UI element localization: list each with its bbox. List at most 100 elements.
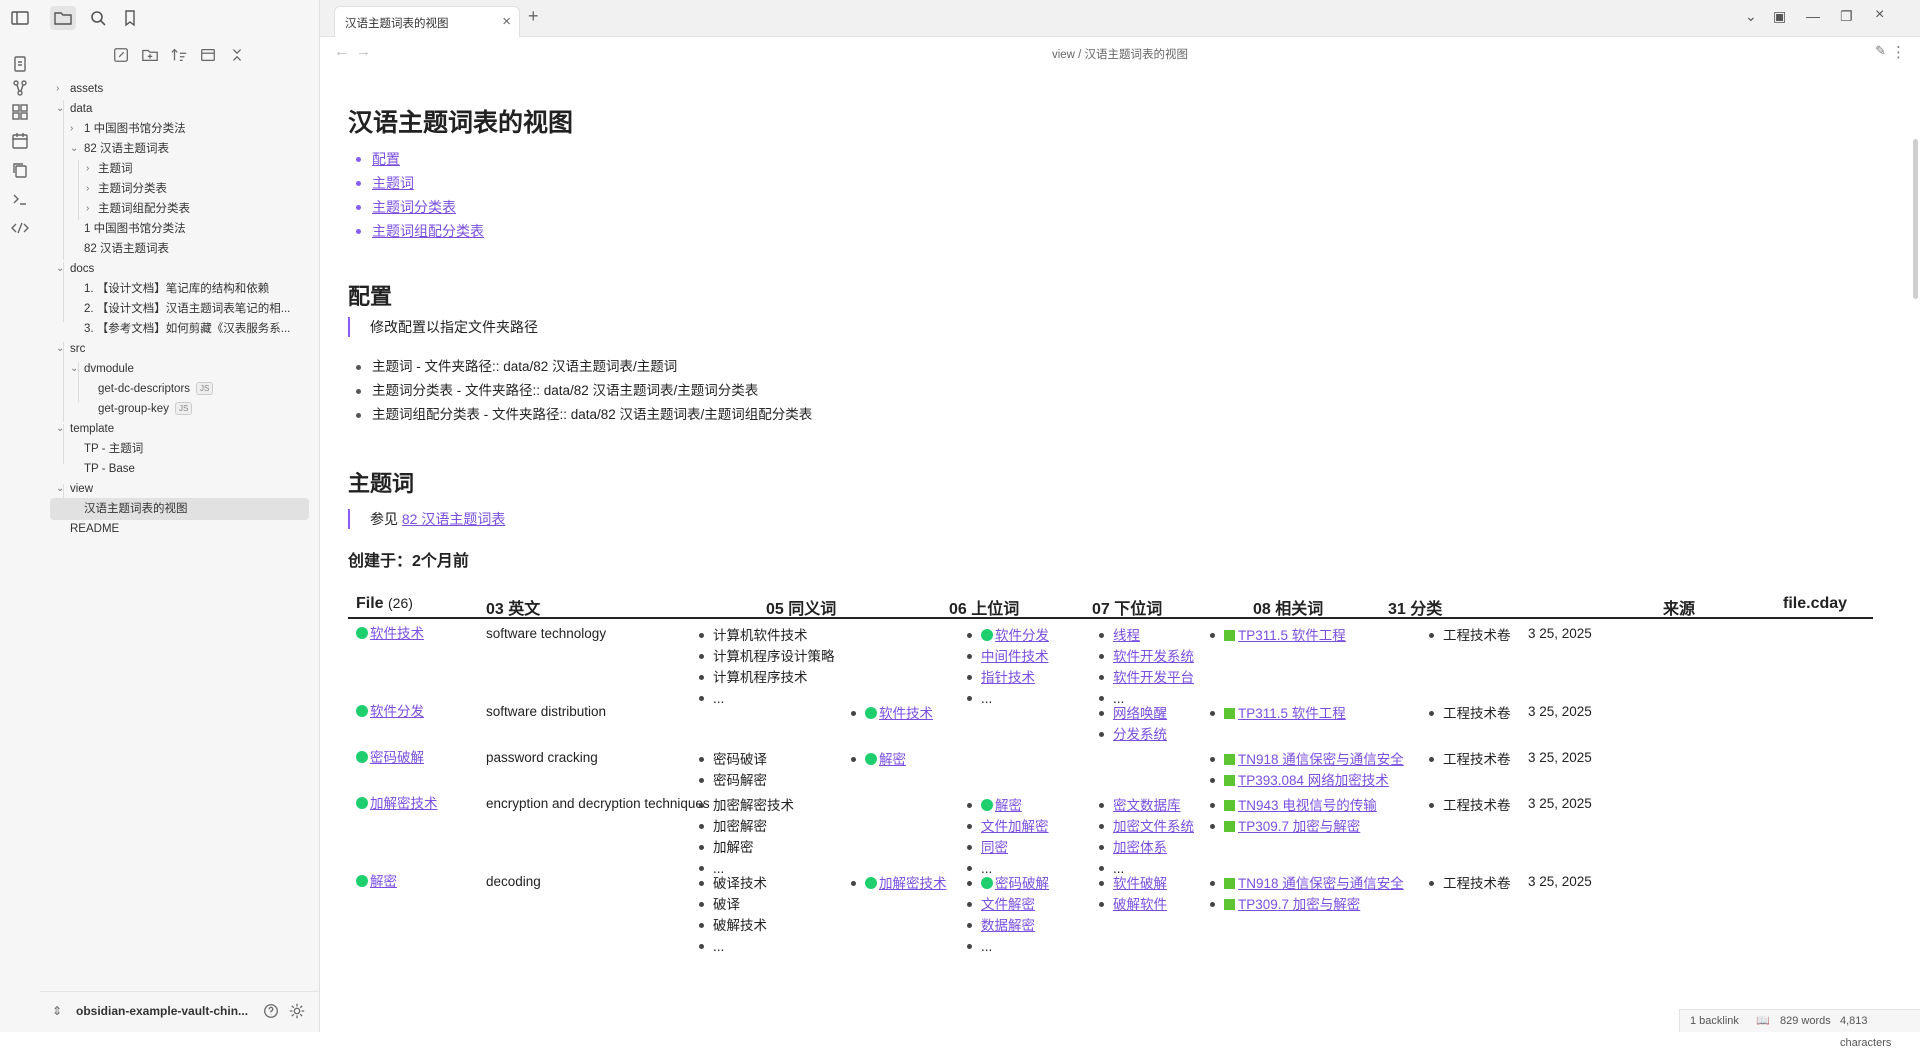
related-item[interactable]: 破解软件 [1095, 894, 1167, 915]
edit-pencil-icon[interactable]: ✎ [1875, 43, 1886, 59]
folder-zhutici-fenlei[interactable]: › 主题词分类表 [40, 178, 309, 200]
class-item[interactable]: TP309.7 加密与解密 [1206, 894, 1404, 915]
narrower-item[interactable]: 软件分发 [963, 625, 1049, 646]
graph-view-icon[interactable] [10, 78, 30, 98]
broader-link[interactable]: 解密 [879, 752, 906, 767]
th-source[interactable]: 来源 [1663, 595, 1695, 619]
file-get-group-key[interactable]: get-group-key JS [40, 398, 309, 420]
vertical-scrollbar[interactable] [1913, 139, 1918, 299]
copy-icon[interactable] [10, 160, 30, 180]
related-link[interactable]: 破解软件 [1113, 897, 1167, 912]
th-cday[interactable]: file.cday [1783, 595, 1847, 613]
narrower-item[interactable]: 解密 [963, 795, 1049, 816]
file-docs-3[interactable]: 3. 【参考文档】如何剪藏《汉表服务系... [40, 318, 309, 340]
file-data-1[interactable]: 1 中国图书馆分类法 [40, 218, 309, 240]
sort-order-icon[interactable] [170, 46, 190, 66]
folder-view[interactable]: ⌄ view [40, 478, 309, 500]
file-explorer-folder-icon[interactable] [50, 6, 76, 30]
search-icon[interactable] [88, 8, 108, 28]
narrower-link[interactable]: 数据解密 [981, 918, 1035, 933]
broader-link[interactable]: 软件技术 [879, 706, 933, 721]
auto-reveal-icon[interactable] [199, 46, 219, 66]
file-tp-base[interactable]: TP - Base [40, 458, 309, 480]
tab-list-chevron-icon[interactable]: ⌄ [1745, 8, 1757, 25]
folder-data-82[interactable]: ⌄ 82 汉语主题词表 [40, 138, 309, 160]
class-item[interactable]: TP311.5 软件工程 [1206, 703, 1346, 724]
folder-data[interactable]: ⌄ data [40, 98, 309, 120]
maximize-icon[interactable]: ❐ [1840, 8, 1853, 25]
class-item[interactable]: TN918 通信保密与通信安全 [1206, 749, 1404, 770]
file-get-dc-descriptors[interactable]: get-dc-descriptors JS [40, 378, 309, 400]
narrower-item[interactable]: 数据解密 [963, 915, 1049, 936]
th-file[interactable]: File (26) [356, 595, 413, 613]
file-docs-2[interactable]: 2. 【设计文档】汉语主题词表笔记的相... [40, 298, 309, 320]
related-link[interactable]: 网络唤醒 [1113, 706, 1167, 721]
related-link[interactable]: 软件开发平台 [1113, 670, 1194, 685]
class-link[interactable]: TP309.7 加密与解密 [1238, 819, 1360, 834]
narrower-link[interactable]: 密码破解 [995, 876, 1049, 891]
class-link[interactable]: TN943 电视信号的传输 [1238, 798, 1377, 813]
open-quick-switcher-icon[interactable] [10, 54, 30, 74]
vault-switcher-icon[interactable]: ⇕ [52, 1004, 70, 1022]
th-synonyms[interactable]: 05 同义词 [766, 595, 836, 619]
class-item[interactable]: TP309.7 加密与解密 [1206, 816, 1377, 837]
class-link[interactable]: TN918 通信保密与通信安全 [1238, 752, 1404, 767]
file-data-82[interactable]: 82 汉语主题词表 [40, 238, 309, 260]
folder-dvmodule[interactable]: ⌄ dvmodule [40, 358, 309, 380]
narrower-item[interactable]: 同密 [963, 837, 1049, 858]
related-link[interactable]: 线程 [1113, 628, 1140, 643]
narrower-link[interactable]: 文件加解密 [981, 819, 1049, 834]
related-item[interactable]: 线程 [1095, 625, 1194, 646]
terminal-icon[interactable] [10, 189, 30, 209]
related-item[interactable]: 软件开发平台 [1095, 667, 1194, 688]
toc-link[interactable]: 主题词分类表 [372, 199, 456, 215]
broader-item[interactable]: 解密 [847, 749, 906, 770]
window-close-icon[interactable]: × [1875, 6, 1884, 24]
folder-src[interactable]: ⌄ src [40, 338, 309, 360]
th-broader[interactable]: 06 上位词 [949, 595, 1019, 619]
narrower-item[interactable]: 中间件技术 [963, 646, 1049, 667]
related-link[interactable]: 软件开发系统 [1113, 649, 1194, 664]
th-english[interactable]: 03 英文 [486, 595, 540, 619]
more-options-icon[interactable]: ⋮ [1891, 43, 1906, 61]
folder-template[interactable]: ⌄ template [40, 418, 309, 440]
breadcrumb-parent[interactable]: view [1052, 49, 1075, 61]
file-tp-zhutici[interactable]: TP - 主题词 [40, 438, 309, 460]
class-link[interactable]: TP311.5 软件工程 [1238, 628, 1346, 643]
folder-docs[interactable]: ⌄ docs [40, 258, 309, 280]
new-note-icon[interactable] [112, 46, 132, 66]
toc-link[interactable]: 主题词组配分类表 [372, 223, 484, 239]
th-narrower[interactable]: 07 下位词 [1092, 595, 1162, 619]
related-item[interactable]: 软件开发系统 [1095, 646, 1194, 667]
tab-close-icon[interactable]: × [502, 13, 511, 30]
toc-link[interactable]: 配置 [372, 151, 400, 167]
backlink-count[interactable]: 1 backlink [1690, 1010, 1739, 1032]
folder-zhutici[interactable]: › 主题词 [40, 158, 309, 180]
class-item[interactable]: TP311.5 软件工程 [1206, 625, 1346, 646]
th-class[interactable]: 31 分类 [1388, 595, 1442, 619]
collapse-all-icon[interactable] [228, 46, 248, 66]
th-related[interactable]: 08 相关词 [1253, 595, 1323, 619]
breadcrumb-current[interactable]: 汉语主题词表的视图 [1085, 49, 1189, 61]
narrower-item[interactable]: 指针技术 [963, 667, 1049, 688]
related-link[interactable]: 加密体系 [1113, 840, 1167, 855]
toggle-sidebar-icon[interactable] [10, 8, 30, 28]
file-link[interactable]: 解密 [370, 874, 397, 889]
class-link[interactable]: TP311.5 软件工程 [1238, 706, 1346, 721]
file-link[interactable]: 密码破解 [370, 750, 424, 765]
related-link[interactable]: 密文数据库 [1113, 798, 1181, 813]
narrower-link[interactable]: 指针技术 [981, 670, 1035, 685]
narrower-item[interactable]: 文件加解密 [963, 816, 1049, 837]
daily-note-icon[interactable] [10, 131, 30, 151]
file-link[interactable]: 加解密技术 [370, 796, 438, 811]
file-view-selected[interactable]: 汉语主题词表的视图 [50, 498, 309, 520]
tab-active[interactable]: 汉语主题词表的视图 × [334, 6, 520, 37]
broader-item[interactable]: 加解密技术 [847, 873, 947, 894]
new-folder-icon[interactable] [141, 46, 161, 66]
settings-gear-icon[interactable] [288, 1002, 306, 1020]
related-link[interactable]: 加密文件系统 [1113, 819, 1194, 834]
split-view-icon[interactable]: ▣ [1773, 8, 1786, 25]
related-item[interactable]: 分发系统 [1095, 724, 1167, 745]
minimize-icon[interactable]: — [1806, 8, 1820, 24]
folder-assets[interactable]: › assets [40, 78, 309, 100]
